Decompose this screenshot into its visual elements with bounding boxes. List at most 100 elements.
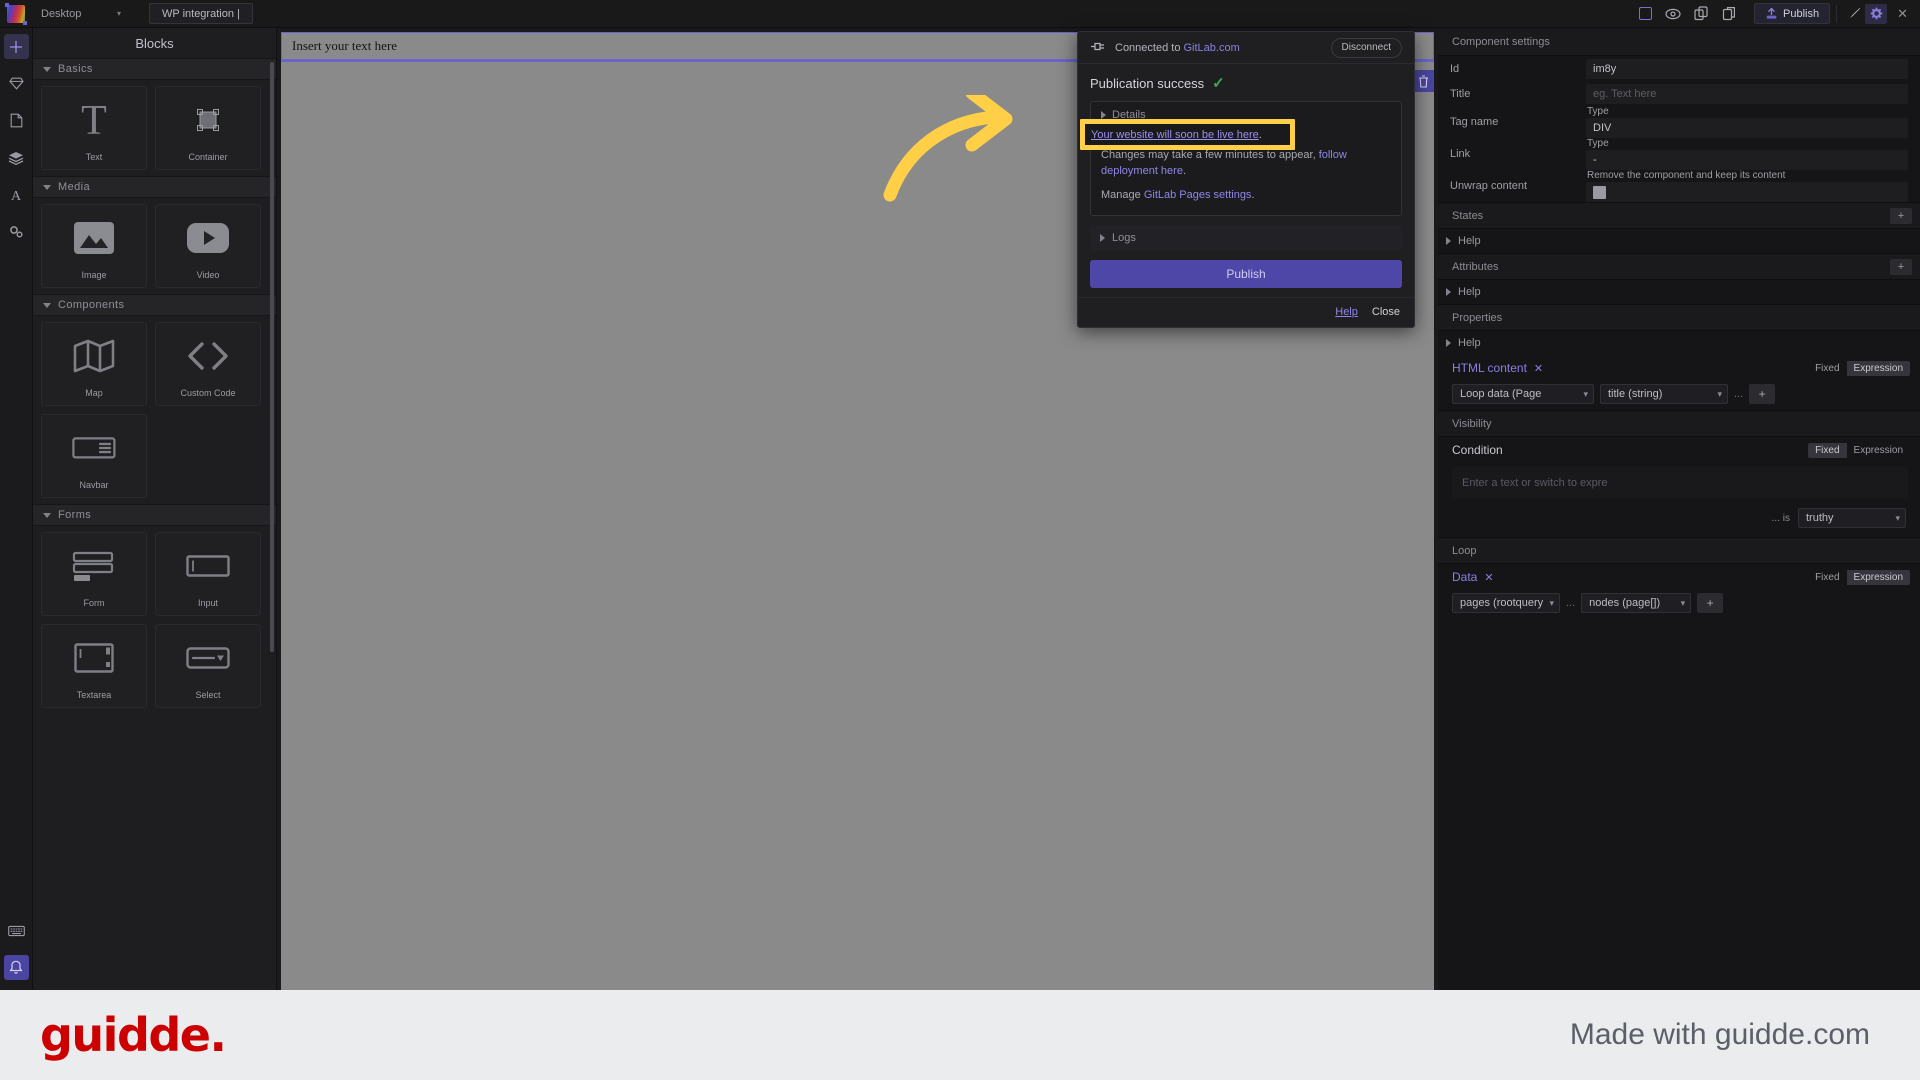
add-attribute-button[interactable]: + xyxy=(1890,258,1912,275)
publish-button[interactable]: Publish xyxy=(1754,3,1831,24)
block-tile-text[interactable]: T Text xyxy=(41,86,147,170)
paste-icon[interactable] xyxy=(1718,4,1740,24)
chevron-down-icon xyxy=(43,184,51,190)
page-icon[interactable] xyxy=(4,108,29,133)
chevron-down-icon xyxy=(43,512,51,518)
mode-expression[interactable]: Expression xyxy=(1846,360,1910,376)
chevron-right-icon xyxy=(1100,233,1105,242)
html-content-label: HTML content xyxy=(1452,361,1527,375)
typography-icon[interactable]: A xyxy=(4,182,29,207)
html-content-expression: Loop data (Page ▾ title (string) ▾ ... + xyxy=(1438,381,1920,410)
blocks-section-basics[interactable]: Basics xyxy=(33,58,276,80)
device-select-value: Desktop xyxy=(41,7,82,20)
disconnect-button[interactable]: Disconnect xyxy=(1330,37,1402,58)
expression-ellipsis: ... xyxy=(1566,597,1576,609)
help-row-attributes[interactable]: Help xyxy=(1438,280,1920,304)
block-tile-input[interactable]: Input xyxy=(155,532,261,616)
html-content-field-select[interactable]: title (string) ▾ xyxy=(1600,384,1728,404)
field-tag-name-label: Tag name xyxy=(1450,116,1499,128)
help-row-states[interactable]: Help xyxy=(1438,229,1920,253)
block-tile-label: Video xyxy=(196,270,220,280)
settings-gears-icon[interactable] xyxy=(4,219,29,244)
blocks-panel: Blocks Basics T Text Container Media Ima… xyxy=(33,28,277,990)
top-toolbar: Desktop ▾ WP integration | Publish ✕ xyxy=(0,0,1920,28)
help-row-properties[interactable]: Help xyxy=(1438,331,1920,355)
add-expression-button[interactable]: + xyxy=(1749,384,1776,404)
highlighted-live-link[interactable]: Your website will soon be live here. xyxy=(1085,124,1290,145)
block-tile-custom-code[interactable]: Custom Code xyxy=(155,322,261,406)
svg-text:T: T xyxy=(81,98,107,142)
expression-ellipsis: ... xyxy=(1734,388,1744,400)
logs-toggle[interactable]: Logs xyxy=(1090,224,1402,251)
blocks-section-forms[interactable]: Forms xyxy=(33,504,276,526)
disconnect-label: Disconnect xyxy=(1341,42,1391,53)
add-icon[interactable] xyxy=(3,34,29,59)
block-tile-container[interactable]: Container xyxy=(155,86,261,170)
keyboard-icon[interactable] xyxy=(4,918,29,943)
dialog-publish-button[interactable]: Publish xyxy=(1090,259,1402,288)
chevron-down-icon: ▾ xyxy=(1717,388,1722,399)
field-id-input[interactable]: im8y xyxy=(1586,58,1908,79)
blocks-section-label: Media xyxy=(58,181,90,193)
mode-expression[interactable]: Expression xyxy=(1847,443,1910,458)
condition-mode-toggle[interactable]: Fixed Expression xyxy=(1808,442,1910,458)
close-icon[interactable]: ✕ xyxy=(1897,6,1908,22)
close-button[interactable]: Close xyxy=(1372,306,1400,318)
notifications-bell-icon[interactable] xyxy=(3,955,29,980)
live-site-link-highlighted[interactable]: Your website will soon be live here xyxy=(1091,129,1259,141)
loop-field-select[interactable]: nodes (page[]) ▾ xyxy=(1581,593,1692,613)
blocks-section-components[interactable]: Components xyxy=(33,294,276,316)
eye-icon[interactable] xyxy=(1662,4,1684,24)
gem-icon[interactable] xyxy=(4,71,29,96)
html-content-remove-icon[interactable]: ✕ xyxy=(1534,362,1543,375)
add-loop-expression-button[interactable]: + xyxy=(1697,593,1724,613)
device-select[interactable]: Desktop ▾ xyxy=(35,4,127,24)
blocks-scrollbar[interactable] xyxy=(270,62,274,652)
html-content-mode-toggle[interactable]: Fixed Expression xyxy=(1808,360,1910,376)
field-id-label: Id xyxy=(1450,62,1460,75)
condition-operator-select[interactable]: truthy ▾ xyxy=(1798,508,1906,528)
section-states-label: States xyxy=(1452,209,1484,222)
field-title-input[interactable]: eg. Text here xyxy=(1586,83,1908,104)
canvas-text-element-value: Insert your text here xyxy=(292,38,398,53)
unwrap-content-checkbox[interactable] xyxy=(1593,185,1606,199)
text-icon: T xyxy=(72,87,116,152)
mode-fixed[interactable]: Fixed xyxy=(1808,442,1847,458)
html-content-source-select[interactable]: Loop data (Page ▾ xyxy=(1452,384,1594,404)
block-tile-video[interactable]: Video xyxy=(155,204,261,288)
block-tile-label: Select xyxy=(195,690,221,700)
field-link-value[interactable]: - xyxy=(1586,150,1908,170)
add-state-button[interactable]: + xyxy=(1890,207,1912,224)
trash-icon[interactable] xyxy=(1412,70,1434,92)
chevron-right-icon xyxy=(1446,237,1451,245)
app-logo-icon xyxy=(5,2,27,25)
loop-data-remove-icon[interactable]: ✕ xyxy=(1484,571,1493,584)
copy-icon[interactable] xyxy=(1690,4,1712,24)
condition-input[interactable]: Enter a text or switch to expre xyxy=(1452,467,1908,499)
component-settings-header: Component settings xyxy=(1438,28,1920,56)
gear-icon[interactable] xyxy=(1865,3,1888,24)
loop-data-expression: pages (rootquery ▾ ... nodes (page[]) ▾ + xyxy=(1438,590,1920,619)
provider-link[interactable]: GitLab.com xyxy=(1184,42,1240,54)
frame-icon[interactable] xyxy=(1634,4,1656,24)
blocks-section-media[interactable]: Media xyxy=(33,176,276,198)
dialog-publish-label: Publish xyxy=(1226,266,1266,281)
block-tile-select[interactable]: Select xyxy=(155,624,261,708)
mode-expression[interactable]: Expression xyxy=(1846,569,1910,585)
mode-fixed[interactable]: Fixed xyxy=(1808,361,1846,376)
pages-settings-link[interactable]: GitLab Pages settings xyxy=(1144,189,1252,201)
layers-icon[interactable] xyxy=(4,145,29,170)
project-tab[interactable]: WP integration | xyxy=(149,3,253,24)
block-tile-image[interactable]: Image xyxy=(41,204,147,288)
block-tile-map[interactable]: Map xyxy=(41,322,147,406)
help-link[interactable]: Help xyxy=(1335,306,1358,318)
brush-icon[interactable] xyxy=(1843,4,1865,24)
loop-mode-toggle[interactable]: Fixed Expression xyxy=(1808,569,1910,585)
block-tile-navbar[interactable]: Navbar xyxy=(41,414,147,498)
block-tile-form[interactable]: Form xyxy=(41,532,147,616)
loop-source-select[interactable]: pages (rootquery ▾ xyxy=(1452,593,1560,613)
mode-fixed[interactable]: Fixed xyxy=(1808,570,1846,585)
block-tile-textarea[interactable]: Textarea xyxy=(41,624,147,708)
guidde-logo: guidde. xyxy=(40,1008,227,1062)
field-tag-name-value[interactable]: DIV xyxy=(1586,118,1908,138)
